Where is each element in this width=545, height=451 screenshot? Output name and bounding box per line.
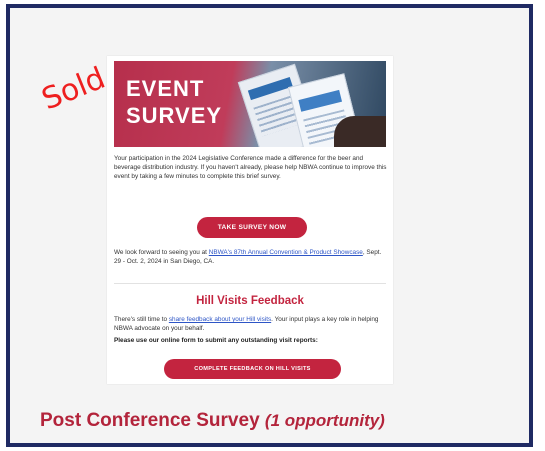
caption-title: Post Conference Survey [40, 410, 260, 431]
look-forward-text: We look forward to seeing you at [114, 249, 209, 256]
form-prompt: Please use our online form to submit any… [114, 337, 318, 344]
hill-feedback-link[interactable]: share feedback about your Hill visits [169, 316, 271, 323]
slide-frame: EVENT SURVEY Your participation in the 2… [6, 4, 533, 447]
hill-text: There's still time to [114, 316, 169, 323]
caption-note: (1 opportunity) [264, 411, 385, 430]
banner-line-2: SURVEY [126, 103, 223, 128]
divider [114, 283, 386, 284]
complete-feedback-button[interactable]: COMPLETE FEEDBACK ON HILL VISITS [164, 359, 341, 379]
sold-stamp: Sold [37, 60, 111, 118]
hill-visits-heading: Hill Visits Feedback [196, 295, 304, 307]
convention-link[interactable]: NBWA's 87th Annual Convention & Product … [209, 249, 363, 256]
intro-paragraph: Your participation in the 2024 Legislati… [114, 155, 387, 180]
banner-title: EVENT SURVEY [126, 75, 222, 129]
event-survey-banner: EVENT SURVEY [114, 61, 386, 147]
slide-caption: Post Conference Survey (1 opportunity) [40, 410, 385, 432]
email-preview: EVENT SURVEY Your participation in the 2… [107, 56, 393, 384]
hill-visits-paragraph: There's still time to share feedback abo… [114, 315, 388, 333]
hand-image [334, 116, 386, 147]
look-forward-paragraph: We look forward to seeing you at NBWA's … [114, 248, 388, 266]
banner-line-1: EVENT [126, 76, 205, 101]
take-survey-button[interactable]: TAKE SURVEY NOW [197, 217, 307, 238]
